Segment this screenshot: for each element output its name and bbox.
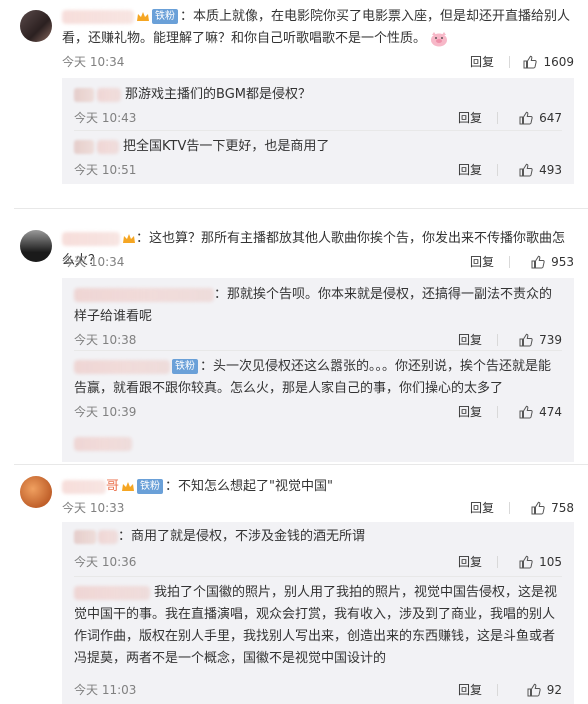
reply-avatar[interactable] [74, 87, 94, 102]
thumbs-up-icon [519, 555, 533, 569]
timestamp: 今天 10:34 [62, 55, 125, 69]
like-button[interactable]: 953 [531, 252, 574, 272]
thumbs-up-icon [531, 501, 545, 515]
comment-text: 哥铁粉 ：不知怎么想起了"视觉中国" [62, 476, 574, 498]
thumbs-up-icon [527, 683, 541, 697]
reply-button[interactable]: 回复 [458, 402, 482, 422]
thumbs-up-icon [519, 111, 533, 125]
like-count: 1609 [543, 55, 574, 69]
timestamp: 今天 10:51 [74, 163, 137, 177]
username-tail[interactable]: 哥 [106, 479, 119, 494]
reply-button[interactable]: 回复 [458, 552, 482, 572]
reply-button[interactable]: 回复 [458, 160, 482, 180]
like-button[interactable]: 92 [527, 680, 562, 700]
timestamp: 今天 11:03 [74, 683, 137, 697]
like-button[interactable]: 1609 [523, 52, 574, 72]
divider [509, 56, 510, 68]
reply-list: ：那就挨个告呗。你本来就是侵权，还搞得一副法不责众的样子给谁看呢 今天 10:3… [62, 278, 574, 462]
reply-item: 那游戏主播们的BGM都是侵权？ 今天 10:43 回复 647 [74, 84, 562, 125]
username[interactable] [62, 231, 120, 246]
reply-button[interactable]: 回复 [458, 330, 482, 350]
reply-username[interactable] [97, 87, 121, 102]
comment-divider [14, 208, 588, 209]
username[interactable] [62, 479, 106, 494]
username[interactable] [62, 9, 134, 24]
reply-list: ：商用了就是侵权，不涉及金钱的酒无所谓 今天 10:36 回复 105 我拍了个… [62, 522, 574, 704]
avatar[interactable] [20, 10, 52, 42]
like-button[interactable]: 474 [519, 402, 562, 422]
divider [497, 164, 498, 176]
avatar[interactable] [20, 476, 52, 508]
reply-username[interactable] [98, 529, 118, 544]
reply-button[interactable]: 回复 [470, 52, 494, 72]
like-button[interactable]: 647 [519, 108, 562, 128]
reply-button[interactable]: 回复 [470, 252, 494, 272]
like-count: 92 [546, 683, 562, 697]
comment-divider [14, 464, 588, 465]
like-count: 739 [539, 333, 562, 347]
reply-username[interactable] [97, 139, 119, 154]
divider [509, 256, 510, 268]
like-button[interactable]: 758 [531, 498, 574, 518]
reply-button[interactable]: 回复 [470, 498, 494, 518]
reply-avatar[interactable] [74, 529, 96, 544]
avatar[interactable] [20, 230, 52, 262]
fan-badge: 铁粉 [172, 359, 198, 374]
reply-button[interactable]: 回复 [458, 108, 482, 128]
reply-item: ：那就挨个告呗。你本来就是侵权，还搞得一副法不责众的样子给谁看呢 今天 10:3… [74, 284, 562, 347]
thumbs-up-icon [523, 55, 538, 69]
fan-badge: 铁粉 [137, 479, 164, 494]
like-count: 647 [539, 111, 562, 125]
fan-crown-icon [122, 481, 135, 491]
like-count: 105 [539, 555, 562, 569]
like-count: 493 [539, 163, 562, 177]
fan-crown-icon [123, 233, 135, 243]
fan-crown-icon [137, 11, 149, 21]
reply-divider [74, 576, 562, 577]
like-count: 758 [551, 501, 574, 515]
timestamp: 今天 10:39 [74, 405, 137, 419]
reply-button[interactable]: 回复 [458, 680, 482, 700]
comment-meta: 今天 10:34 回复 953 [62, 252, 574, 272]
reply-divider [74, 350, 562, 351]
divider [497, 406, 498, 418]
timestamp: 今天 10:36 [74, 555, 137, 569]
like-count: 474 [539, 405, 562, 419]
reply-item: 铁粉 ：头一次见侵权还这么嚣张的。。。你还别说，挨个告还就是能告赢，就看跟不跟你较… [74, 356, 562, 419]
divider [509, 502, 510, 514]
divider [497, 684, 498, 696]
timestamp: 今天 10:43 [74, 111, 137, 125]
comment-text: 铁粉 ：本质上就像，在电影院你买了电影票入座，但是却还开直播给别人看，还赚礼物。能… [62, 9, 571, 46]
divider [497, 112, 498, 124]
reply-username[interactable] [74, 287, 214, 302]
reply-avatar[interactable] [74, 139, 94, 154]
comment-meta: 今天 10:34 回复 1609 [62, 52, 574, 72]
pig-face-icon [431, 31, 448, 46]
like-button[interactable]: 739 [519, 330, 562, 350]
fan-badge: 铁粉 [152, 9, 178, 24]
like-button[interactable]: 493 [519, 160, 562, 180]
thumbs-up-icon [519, 163, 533, 177]
reply-item: 把全国KTV告一下更好，也是商用了 今天 10:51 回复 493 [74, 136, 562, 177]
reply-item: 我拍了个国徽的照片，别人用了我拍的照片，视觉中国告侵权，这是视觉中国干的事。我在… [74, 582, 562, 697]
reply-username[interactable] [74, 585, 150, 600]
reply-item: ：商用了就是侵权，不涉及金钱的酒无所谓 今天 10:36 回复 105 [74, 526, 562, 569]
timestamp: 今天 10:33 [62, 501, 125, 515]
more-replies-link[interactable] [74, 436, 132, 451]
reply-username[interactable] [74, 359, 170, 374]
reply-list: 那游戏主播们的BGM都是侵权？ 今天 10:43 回复 647 把全国KTV告一… [62, 78, 574, 184]
thumbs-up-icon [531, 255, 545, 269]
timestamp: 今天 10:38 [74, 333, 137, 347]
reply-divider [74, 130, 562, 131]
like-button[interactable]: 105 [519, 552, 562, 572]
divider [497, 334, 498, 346]
thumbs-up-icon [519, 405, 533, 419]
thumbs-up-icon [519, 333, 533, 347]
like-count: 953 [551, 255, 574, 269]
comment-meta: 今天 10:33 回复 758 [62, 498, 574, 518]
timestamp: 今天 10:34 [62, 255, 125, 269]
divider [497, 556, 498, 568]
